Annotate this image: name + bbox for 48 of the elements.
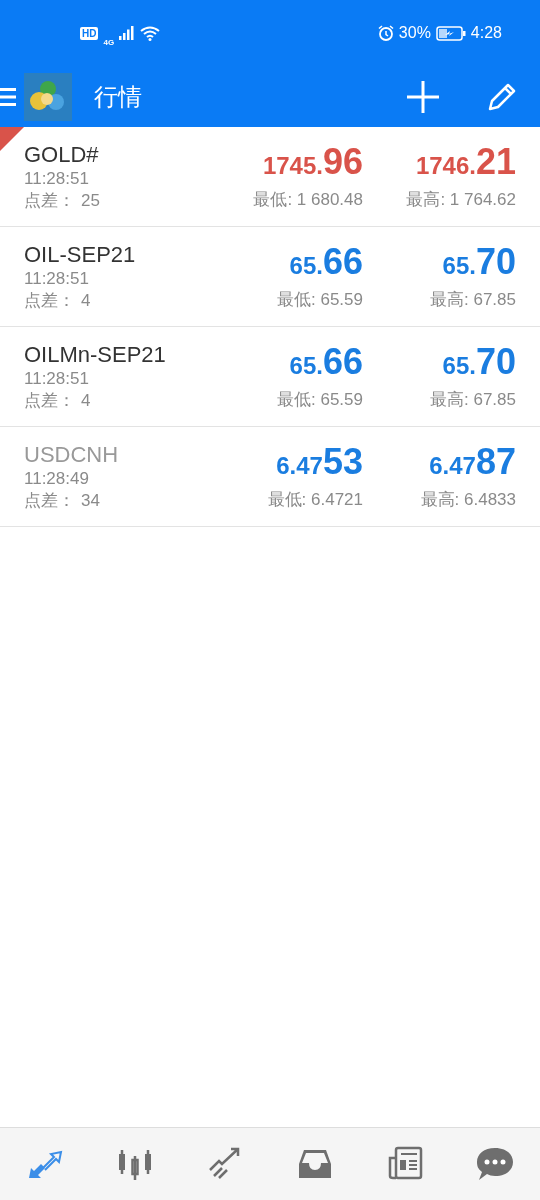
bid-price: 65.66 bbox=[289, 242, 363, 284]
low-price: 最低: 6.4721 bbox=[267, 489, 363, 511]
quote-row[interactable]: USDCNH 11:28:49 点差： 34 6.4753 最低: 6.4721 6.4787 最高: 6.4833 bbox=[0, 427, 540, 527]
spread-value: 4 bbox=[81, 389, 91, 412]
symbol-name: OIL-SEP21 bbox=[24, 241, 137, 268]
spread-value: 25 bbox=[81, 189, 100, 212]
low-price: 最低: 1 680.48 bbox=[253, 189, 363, 211]
alarm-icon bbox=[377, 25, 394, 41]
spread-label: 点差： bbox=[24, 289, 75, 312]
quote-time: 11:28:49 bbox=[24, 467, 90, 490]
high-price: 最高: 6.4833 bbox=[420, 489, 516, 511]
high-price: 最高: 1 764.62 bbox=[406, 189, 516, 211]
menu-icon[interactable] bbox=[0, 85, 16, 108]
quote-time: 11:28:51 bbox=[24, 167, 90, 190]
symbol-name: USDCNH bbox=[24, 441, 120, 468]
ask-price: 6.4787 bbox=[429, 442, 516, 484]
quote-row[interactable]: OILMn-SEP21 11:28:51 点差： 4 65.66 最低: 65.59 65.70 最高: 67.85 bbox=[0, 327, 540, 427]
high-price: 最高: 67.85 bbox=[430, 289, 516, 311]
symbol-name: GOLD# bbox=[24, 141, 100, 168]
spread-value: 4 bbox=[81, 289, 91, 312]
quote-time: 11:28:51 bbox=[24, 367, 90, 390]
app-logo-icon bbox=[24, 72, 72, 121]
signal-icon bbox=[119, 26, 136, 40]
spread-label: 点差： bbox=[24, 189, 75, 212]
battery-icon bbox=[435, 25, 466, 41]
network-type: 4G bbox=[103, 37, 115, 47]
high-price: 最高: 67.85 bbox=[430, 389, 516, 411]
quote-row[interactable]: GOLD# 11:28:51 点差： 25 1745.96 最低: 1 680.48 1746.21 最高: 1 764.62 bbox=[0, 127, 540, 227]
ask-price: 65.70 bbox=[442, 242, 516, 284]
wifi-icon bbox=[140, 25, 161, 41]
add-icon[interactable] bbox=[406, 79, 440, 114]
battery-percent: 30% bbox=[398, 24, 431, 42]
low-price: 最低: 65.59 bbox=[277, 389, 363, 411]
hd-badge: HD bbox=[80, 26, 99, 40]
ask-price: 65.70 bbox=[442, 342, 516, 384]
quote-row[interactable]: OIL-SEP21 11:28:51 点差： 4 65.66 最低: 65.59 65.70 最高: 67.85 bbox=[0, 227, 540, 327]
low-price: 最低: 65.59 bbox=[277, 289, 363, 311]
spread-value: 34 bbox=[81, 489, 100, 512]
screen-title: 行情 bbox=[94, 81, 142, 112]
status-time: 4:28 bbox=[470, 24, 502, 42]
bid-price: 6.4753 bbox=[276, 442, 363, 484]
bid-price: 65.66 bbox=[289, 342, 363, 384]
symbol-name: OILMn-SEP21 bbox=[24, 341, 167, 368]
spread-label: 点差： bbox=[24, 389, 75, 412]
spread-label: 点差： bbox=[24, 489, 75, 512]
ask-price: 1746.21 bbox=[415, 142, 516, 184]
bid-price: 1745.96 bbox=[262, 142, 363, 184]
quote-time: 11:28:51 bbox=[24, 267, 90, 290]
